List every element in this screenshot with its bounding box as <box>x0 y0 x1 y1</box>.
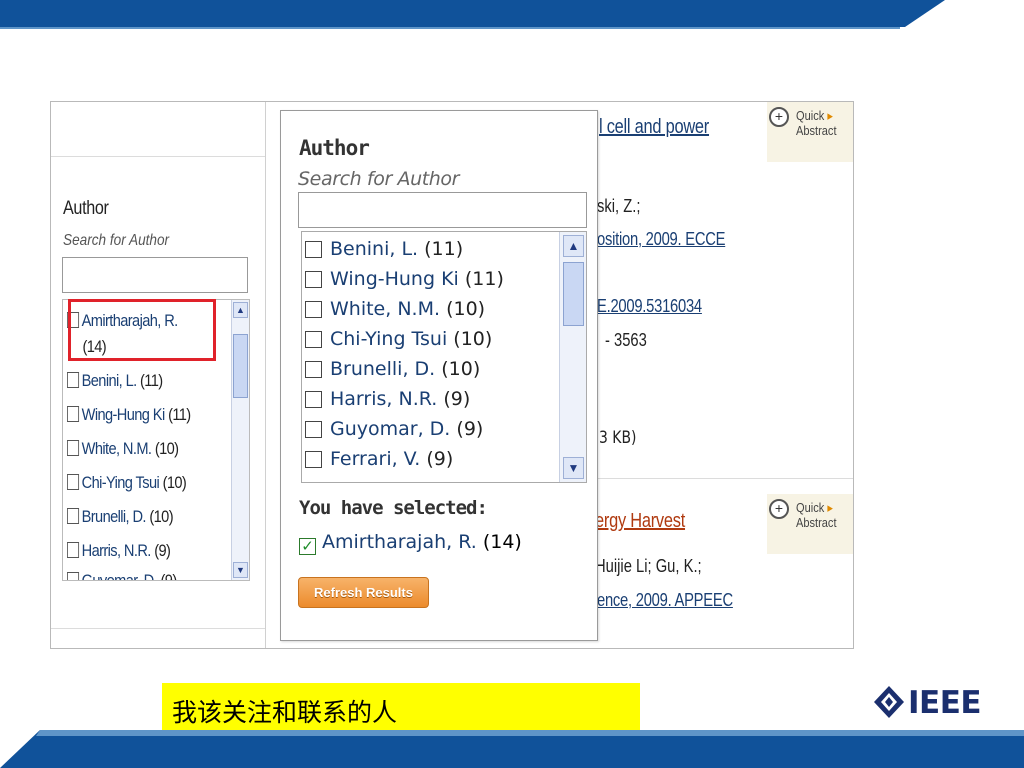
checkbox[interactable] <box>305 241 322 258</box>
slide-bottom-bar <box>0 730 1024 768</box>
magnifier-icon: + <box>769 107 789 127</box>
divider <box>51 628 265 629</box>
scrollbar[interactable]: ▲ ▼ <box>231 300 249 580</box>
slide-caption: 我该关注和联系的人 <box>162 683 640 733</box>
author-search-label: Search for Author <box>63 232 170 249</box>
scroll-up-icon[interactable]: ▲ <box>563 235 584 257</box>
quick-abstract-button[interactable]: + Quick ▸ Abstract <box>767 494 853 554</box>
result-authors: ski, Z.; <box>597 196 641 216</box>
list-item[interactable]: Harris, N.R. (9) <box>67 538 171 564</box>
checkbox[interactable] <box>67 406 80 422</box>
checkbox[interactable] <box>305 421 322 438</box>
divider <box>51 156 265 157</box>
checkbox[interactable] <box>305 451 322 468</box>
list-item[interactable]: Wing-Hung Ki (11) <box>305 264 504 294</box>
scroll-down-icon[interactable]: ▼ <box>563 457 584 479</box>
refresh-results-button[interactable]: Refresh Results <box>298 577 429 608</box>
slide-top-bar <box>0 0 945 29</box>
ieee-logo: IEEE <box>872 684 996 721</box>
checkbox[interactable] <box>67 372 80 388</box>
list-item[interactable]: Chi-Ying Tsui (10) <box>305 324 492 354</box>
list-item[interactable]: White, N.M. (10) <box>305 294 485 324</box>
scroll-thumb[interactable] <box>563 262 584 326</box>
checkbox[interactable] <box>67 474 80 490</box>
list-item[interactable]: Wing-Hung Ki (11) <box>67 402 191 428</box>
magnifier-icon: + <box>769 499 789 519</box>
list-item[interactable]: Brunelli, D. (10) <box>305 354 480 384</box>
author-facet-heading: Author <box>299 136 370 160</box>
list-item[interactable]: Guyomar, D. (9) <box>305 414 483 444</box>
list-item[interactable]: Brunelli, D. (10) <box>67 504 174 530</box>
list-item[interactable]: Guyomar, D. (9) <box>67 568 177 580</box>
result-title-link[interactable]: ergy Harvest <box>595 510 685 533</box>
author-facet-list: Benini, L. (11) Wing-Hung Ki (11) White,… <box>301 231 587 483</box>
checkbox-checked-icon[interactable]: ✓ <box>299 538 316 555</box>
ieee-diamond-icon <box>874 686 904 718</box>
result-title-link[interactable]: l cell and power <box>599 116 709 139</box>
quick-abstract-button[interactable]: + Quick ▸ Abstract <box>767 102 853 162</box>
author-facet-heading: Author <box>63 198 109 219</box>
result-doi-link[interactable]: E.2009.5316034 <box>597 296 702 317</box>
list-item[interactable]: Benini, L. (11) <box>67 368 163 394</box>
checkbox[interactable] <box>305 331 322 348</box>
highlight-box <box>68 299 216 361</box>
result-venue-link[interactable]: ence, 2009. APPEEC <box>597 590 733 611</box>
caption-text: 我该关注和联系的人 <box>172 698 398 727</box>
selected-author-item[interactable]: ✓ Amirtharajah, R. (14) <box>299 531 522 555</box>
result-file-size: 3 KB) <box>599 428 637 448</box>
selected-heading: You have selected: <box>299 497 488 519</box>
scroll-down-icon[interactable]: ▼ <box>233 562 248 578</box>
result-venue-link[interactable]: osition, 2009. ECCE <box>597 229 725 250</box>
list-item[interactable]: Ferrari, V. (9) <box>305 444 453 474</box>
scroll-up-icon[interactable]: ▲ <box>233 302 248 318</box>
scroll-thumb[interactable] <box>233 334 248 398</box>
checkbox[interactable] <box>67 572 80 580</box>
author-search-label: Search for Author <box>298 168 460 190</box>
checkbox[interactable] <box>305 301 322 318</box>
checkbox[interactable] <box>67 440 80 456</box>
author-search-input[interactable] <box>298 192 587 228</box>
result-pages: - 3563 <box>605 330 647 350</box>
list-item[interactable]: Chi-Ying Tsui (10) <box>67 470 187 496</box>
divider <box>597 478 853 479</box>
author-facet-popup: Author Search for Author Benini, L. (11)… <box>280 110 598 641</box>
list-item[interactable]: White, N.M. (10) <box>67 436 179 462</box>
ieee-logo-text: IEEE <box>908 685 982 721</box>
column-divider <box>265 102 266 648</box>
checkbox[interactable] <box>67 508 80 524</box>
checkbox[interactable] <box>305 271 322 288</box>
author-search-input[interactable] <box>62 257 248 293</box>
list-item[interactable]: Harris, N.R. (9) <box>305 384 470 414</box>
scrollbar[interactable]: ▲ ▼ <box>559 232 586 482</box>
result-authors: Huijie Li; Gu, K.; <box>595 556 702 576</box>
checkbox[interactable] <box>305 361 322 378</box>
checkbox[interactable] <box>67 542 80 558</box>
checkbox[interactable] <box>305 391 322 408</box>
list-item[interactable]: Benini, L. (11) <box>305 234 463 264</box>
